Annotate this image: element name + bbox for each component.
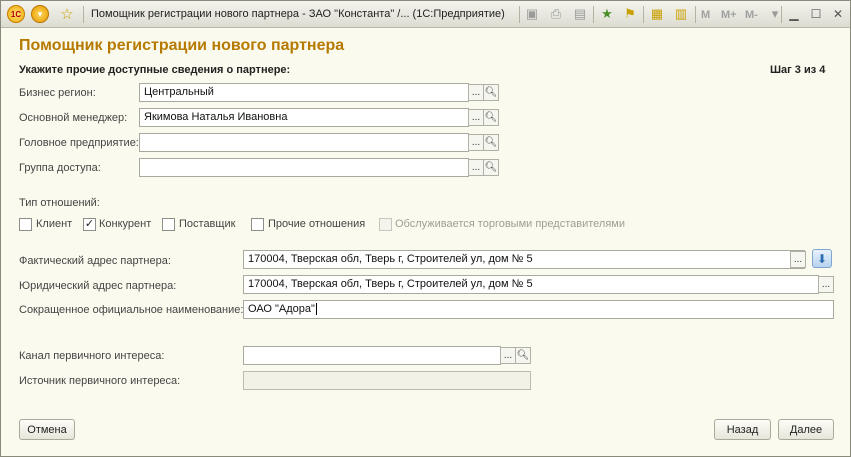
main-menu-icon[interactable]: ▾ xyxy=(31,5,49,23)
form-title: Помощник регистрации нового партнера xyxy=(19,37,345,54)
arrow-down-icon[interactable]: ⬇ xyxy=(812,249,832,268)
business-region-select-button[interactable]: ... xyxy=(468,84,484,101)
text-cursor xyxy=(315,303,317,316)
maximize-icon[interactable]: ☐ xyxy=(807,5,825,23)
client-checkbox-label[interactable]: Клиент xyxy=(36,218,72,230)
magnifier-icon[interactable]: 🔍︎ xyxy=(483,159,499,176)
app-window: 1С ▾ ☆ Помощник регистрации нового партн… xyxy=(0,0,851,457)
actual-address-field[interactable]: 170004, Тверская обл, Тверь г, Строителе… xyxy=(243,250,805,269)
calendar-icon[interactable]: ▥ xyxy=(672,5,690,23)
step-indicator: Шаг 3 из 4 xyxy=(770,64,826,76)
form-body: Помощник регистрации нового партнера Ука… xyxy=(1,29,850,457)
preview-icon[interactable]: ▤ xyxy=(571,5,589,23)
back-button[interactable]: Назад xyxy=(714,419,771,440)
access-group-select-button[interactable]: ... xyxy=(468,159,484,176)
short-name-label: Сокращенное официальное наименование: xyxy=(19,304,244,316)
sales-reps-checkbox xyxy=(379,218,392,231)
business-region-label: Бизнес регион: xyxy=(19,87,96,99)
cancel-button[interactable]: Отмена xyxy=(19,419,75,440)
access-group-field[interactable] xyxy=(139,158,469,177)
short-name-field[interactable]: ОАО "Адора" xyxy=(243,300,834,319)
window-title: Помощник регистрации нового партнера - З… xyxy=(91,8,505,20)
access-group-label: Группа доступа: xyxy=(19,162,101,174)
business-region-field[interactable]: Центральный xyxy=(139,83,469,102)
separator xyxy=(83,6,84,23)
supplier-checkbox-label[interactable]: Поставщик xyxy=(179,218,235,230)
interest-channel-field[interactable] xyxy=(243,346,501,365)
m-plus-button[interactable]: M+ xyxy=(721,6,737,24)
separator xyxy=(695,6,696,23)
legal-address-select-button[interactable]: ... xyxy=(818,276,834,293)
magnifier-icon[interactable]: 🔍︎ xyxy=(483,84,499,101)
separator xyxy=(643,6,644,23)
subheading: Укажите прочие доступные сведения о парт… xyxy=(19,64,291,76)
actual-address-select-button[interactable]: ... xyxy=(790,251,806,268)
separator xyxy=(593,6,594,23)
head-company-label: Головное предприятие: xyxy=(19,137,139,149)
magnifier-icon[interactable]: 🔍︎ xyxy=(515,347,531,364)
separator xyxy=(519,6,520,23)
interest-channel-label: Канал первичного интереса: xyxy=(19,350,165,362)
print-icon[interactable]: ⎙ xyxy=(547,5,565,23)
m-minus-button[interactable]: M- xyxy=(745,6,758,24)
supplier-checkbox[interactable] xyxy=(162,218,175,231)
next-button[interactable]: Далее xyxy=(778,419,834,440)
other-relations-checkbox[interactable] xyxy=(251,218,264,231)
separator xyxy=(781,6,782,23)
main-manager-field[interactable]: Якимова Наталья Ивановна xyxy=(139,108,469,127)
actual-address-label: Фактический адрес партнера: xyxy=(19,255,171,267)
legal-address-field[interactable]: 170004, Тверская обл, Тверь г, Строителе… xyxy=(243,275,819,294)
head-company-field[interactable] xyxy=(139,133,469,152)
favorite-star-icon[interactable]: ☆ xyxy=(58,5,76,23)
bookmark-icon[interactable]: ⚑ xyxy=(621,5,639,23)
1c-logo-icon[interactable]: 1С xyxy=(7,5,25,23)
competitor-checkbox[interactable]: ✓ xyxy=(83,218,96,231)
interest-channel-select-button[interactable]: ... xyxy=(500,347,516,364)
short-name-value: ОАО "Адора" xyxy=(248,303,315,315)
head-company-select-button[interactable]: ... xyxy=(468,134,484,151)
minimize-icon[interactable]: ▁ xyxy=(785,5,803,23)
sales-reps-checkbox-label: Обслуживается торговыми представителями xyxy=(395,218,625,230)
calculator-icon[interactable]: ▦ xyxy=(648,5,666,23)
magnifier-icon[interactable]: 🔍︎ xyxy=(483,134,499,151)
m-button[interactable]: M xyxy=(701,6,710,24)
competitor-checkbox-label[interactable]: Конкурент xyxy=(99,218,151,230)
interest-source-field[interactable] xyxy=(243,371,531,390)
add-favorite-icon[interactable]: ★ xyxy=(598,5,616,23)
relations-label: Тип отношений: xyxy=(19,197,100,209)
save-icon[interactable]: ▣ xyxy=(523,5,541,23)
magnifier-icon[interactable]: 🔍︎ xyxy=(483,109,499,126)
interest-source-label: Источник первичного интереса: xyxy=(19,375,181,387)
other-relations-checkbox-label[interactable]: Прочие отношения xyxy=(268,218,365,230)
legal-address-label: Юридический адрес партнера: xyxy=(19,280,177,292)
client-checkbox[interactable] xyxy=(19,218,32,231)
main-manager-select-button[interactable]: ... xyxy=(468,109,484,126)
close-icon[interactable]: ✕ xyxy=(829,5,847,23)
title-bar: 1С ▾ ☆ Помощник регистрации нового партн… xyxy=(1,1,850,28)
main-manager-label: Основной менеджер: xyxy=(19,112,128,124)
